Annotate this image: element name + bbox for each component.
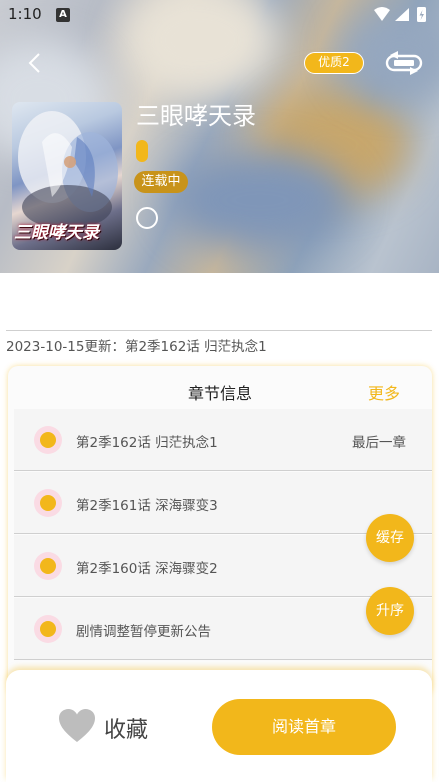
chapter-row[interactable]: 第2季162话 归茫执念1 最后一章 — [14, 409, 432, 471]
divider — [6, 330, 432, 331]
tag-pill — [136, 140, 148, 162]
circle-outline-icon[interactable] — [136, 207, 158, 229]
signal-icon — [395, 8, 409, 21]
blur-blob — [170, 150, 350, 250]
collect-label[interactable]: 收藏 — [104, 712, 148, 744]
switch-source-icon[interactable] — [384, 50, 424, 76]
bottom-action-bar: 收藏 阅读首章 — [6, 670, 432, 782]
quality-badge[interactable]: 优质2 — [304, 52, 364, 74]
cache-button[interactable]: 缓存 — [366, 514, 414, 562]
chapter-name: 剧情调整暂停更新公告 — [76, 624, 211, 640]
book-title: 三眼哮天录 — [136, 102, 256, 130]
status-icons — [374, 7, 426, 22]
book-cover[interactable]: 三眼哮天录 — [12, 102, 122, 250]
status-bar: 1:10 A — [0, 0, 439, 30]
chapter-name: 第2季160话 深海骤变2 — [76, 561, 218, 577]
chapter-name: 第2季162话 归茫执念1 — [76, 435, 218, 451]
status-time: 1:10 — [8, 5, 42, 23]
serialization-status-tag: 连载中 — [134, 171, 188, 193]
chapter-dot-icon — [34, 489, 62, 517]
update-info: 2023-10-15更新：第2季162话 归茫执念1 — [6, 339, 267, 355]
app-notification-icon: A — [56, 8, 70, 22]
more-chapters-link[interactable]: 更多 — [368, 380, 400, 404]
chapter-dot-icon — [34, 615, 62, 643]
chapter-dot-icon — [34, 552, 62, 580]
heart-icon[interactable] — [58, 708, 96, 744]
chapter-meta: 最后一章 — [352, 435, 406, 451]
sort-ascending-button[interactable]: 升序 — [366, 587, 414, 635]
chapter-name: 第2季161话 深海骤变3 — [76, 498, 218, 514]
cover-title-text: 三眼哮天录 — [14, 223, 99, 243]
chapter-dot-icon — [34, 426, 62, 454]
wifi-icon — [374, 7, 390, 21]
back-icon[interactable] — [24, 52, 46, 74]
read-first-chapter-button[interactable]: 阅读首章 — [212, 699, 396, 755]
